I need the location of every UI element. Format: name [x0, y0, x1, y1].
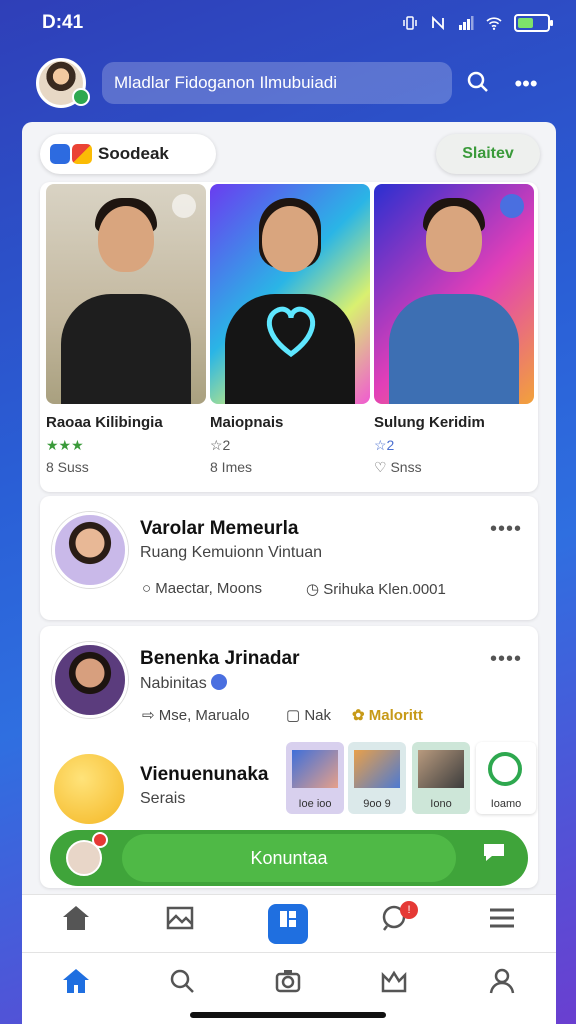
story-image [210, 184, 370, 404]
thumbnail[interactable]: Ioamo [476, 742, 536, 814]
story-menu-icon[interactable] [172, 194, 196, 218]
card-title: Benenka Jrinadar [140, 648, 300, 669]
nfc-icon [432, 15, 444, 31]
main-panel: Soodeak Slaitev Raoaa Kilibingia ★★★ 8 S… [22, 122, 556, 1024]
menu-icon[interactable] [482, 904, 522, 944]
more-icon[interactable]: ••• [512, 70, 540, 98]
story-card[interactable]: Raoaa Kilibingia ★★★ 8 Suss [46, 184, 206, 475]
card-meta-right: ◷ Srihuka Klen.0001 [306, 581, 446, 598]
cta-bar: Konuntaa [50, 830, 528, 886]
house-icon[interactable] [56, 904, 96, 944]
story-badge-icon [500, 194, 524, 218]
verified-icon [211, 674, 228, 690]
card-title: Vienuenunaka [140, 764, 269, 785]
card-subtitle: Serais [140, 790, 186, 807]
neon-heart-icon [266, 306, 316, 358]
app-chip[interactable]: Soodeak [40, 134, 216, 174]
thumbnail[interactable]: Ioe ioo [286, 742, 344, 814]
search-input[interactable]: Mladlar Fidoganon Ilmubuiadi [102, 62, 452, 104]
status-icons [402, 14, 553, 32]
story-count: 8 Imes [210, 459, 253, 475]
notification-badge [92, 832, 108, 848]
card-subtitle: Nabinitas [140, 674, 228, 693]
stories-row: Raoaa Kilibingia ★★★ 8 Suss Maiopnais ☆2… [40, 182, 538, 492]
camera-icon[interactable] [268, 967, 308, 1007]
more-icon[interactable]: •••• [490, 518, 522, 541]
status-bar: D:41 [0, 0, 576, 50]
card-title: Varolar Memeurla [140, 518, 299, 539]
card-meta-right: ✿ Maloritt [352, 707, 423, 724]
thumbnail[interactable]: 9oo 9 [348, 742, 406, 814]
battery-level [518, 18, 533, 28]
story-name: Maiopnais [210, 414, 284, 431]
story-card[interactable]: Sulung Keridim ☆2 ♡ Snss [374, 184, 534, 476]
card-meta-mid: ▢ Nak [286, 707, 332, 724]
secondary-tab-bar: ! [22, 894, 556, 952]
card-meta-left: ○ Maectar, Moons [142, 580, 262, 597]
top-bar: Mladlar Fidoganon Ilmubuiadi ••• [34, 58, 554, 110]
avatar [52, 512, 128, 588]
story-name: Raoaa Kilibingia [46, 414, 163, 431]
search-icon[interactable] [464, 70, 492, 98]
story-count: ♡ Snss [374, 459, 422, 475]
home-icon[interactable] [56, 967, 96, 1007]
app-logo-icon [50, 144, 92, 164]
story-name: Sulung Keridim [374, 414, 485, 431]
story-rating: ☆2 [210, 437, 231, 453]
search-icon[interactable] [162, 967, 202, 1007]
status-time: D:41 [42, 12, 84, 33]
story-rating: ★★★ [46, 437, 84, 453]
cta-button[interactable]: Konuntaa [122, 834, 456, 882]
more-icon[interactable]: •••• [490, 648, 522, 671]
card-subtitle: Ruang Kemuionn Vintuan [140, 544, 323, 561]
thumbnail[interactable]: Iono [412, 742, 470, 814]
notification-badge: ! [400, 901, 418, 919]
card-meta-left: ⇨ Mse, Marualo [142, 707, 250, 724]
vibrate-icon [403, 16, 417, 30]
story-rating: ☆2 [374, 437, 395, 453]
story-count: 8 Suss [46, 459, 89, 475]
wifi-icon [486, 17, 502, 30]
battery-icon [514, 14, 553, 32]
story-image [46, 184, 206, 404]
grid-icon[interactable] [268, 904, 308, 944]
profile-card[interactable]: Varolar Memeurla Ruang Kemuionn Vintuan … [40, 496, 538, 620]
filter-chip[interactable]: Slaitev [436, 134, 540, 174]
online-badge [72, 88, 90, 106]
activity-icon[interactable] [374, 967, 414, 1007]
emoji-avatar-icon [54, 754, 124, 824]
story-card[interactable]: Maiopnais ☆2 8 Imes [210, 184, 370, 475]
image-icon[interactable] [160, 904, 200, 944]
chat-icon[interactable] [474, 838, 514, 878]
story-image [374, 184, 534, 404]
signal-icon [459, 16, 474, 30]
profile-icon[interactable] [482, 967, 522, 1007]
avatar [52, 642, 128, 718]
home-indicator [190, 1012, 386, 1018]
app-chip-label: Soodeak [98, 144, 169, 163]
